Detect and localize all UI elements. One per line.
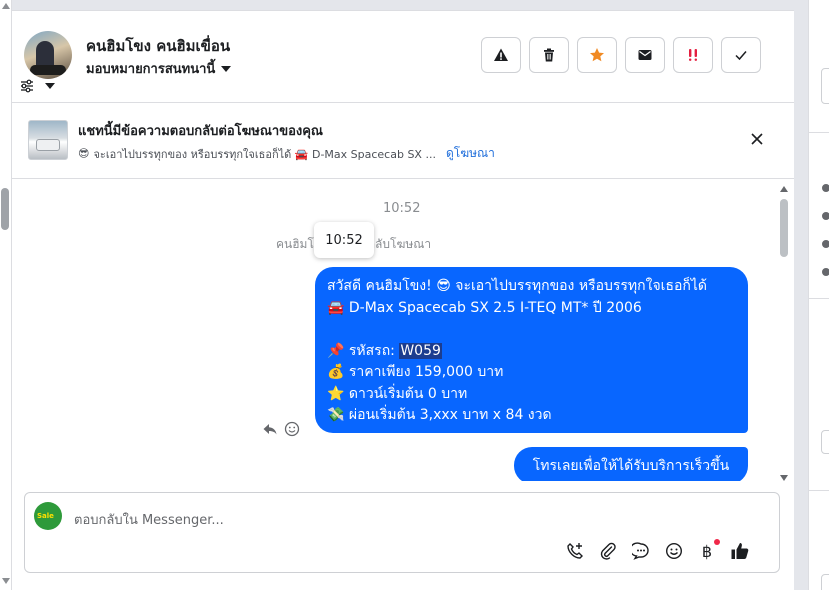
time-tooltip: 10:52: [314, 222, 374, 258]
scroll-thumb[interactable]: [1, 188, 9, 230]
message-thread[interactable]: 10:52 คนฮิมโ ขื่อน ตอบกลับโฆษณา 10:52 สว…: [12, 179, 794, 481]
attach-button[interactable]: [598, 541, 618, 561]
react-emoji-icon[interactable]: [284, 421, 300, 437]
filter-settings-icon[interactable]: [20, 79, 34, 93]
contact-name[interactable]: คนฮิมโขง คนฮิมเขื่อน: [86, 34, 230, 58]
conversation-panel: คนฮิมโขง คนฮิมเขื่อน มอบหมายการสนทนานี้: [12, 10, 794, 590]
payment-button[interactable]: ฿: [697, 539, 720, 561]
chat-scrollbar[interactable]: [776, 179, 792, 481]
composer-input[interactable]: ตอบกลับใน Messenger...: [74, 509, 224, 530]
message-hover-tools: [262, 421, 300, 437]
saved-reply-button[interactable]: [631, 541, 651, 561]
envelope-icon: [638, 50, 652, 60]
notification-dot: [714, 539, 720, 545]
outgoing-message-bubble[interactable]: สวัสดี คนฮิมโขง! 😎 จะเอาไปบรรทุกของ หรือ…: [315, 267, 748, 433]
emoji-button[interactable]: [664, 541, 684, 561]
message-line: ⭐ ดาวน์เริ่มต้น 0 บาท: [327, 385, 468, 402]
call-request-button[interactable]: [565, 541, 585, 561]
message-line: 💰 ราคาเพียง 159,000 บาท: [327, 364, 504, 380]
delete-button[interactable]: [529, 37, 569, 73]
ad-reply-banner: แชทนี้มีข้อความตอบกลับต่อโฆษณาของคุณ 😎 จ…: [12, 103, 794, 179]
message-line: 🚘 D-Max Spacecab SX 2.5 I-TEQ MT* ปี 200…: [327, 299, 642, 316]
warning-icon: [494, 48, 508, 61]
report-spam-button[interactable]: [481, 37, 521, 73]
panel-gap: [794, 0, 808, 590]
scroll-down-arrow[interactable]: [2, 578, 10, 584]
call-request-icon: [567, 543, 583, 559]
left-scrollbar[interactable]: [0, 0, 12, 590]
call-cta-bubble[interactable]: โทรเลยเพื่อให้ได้รับบริการเร็วขึ้น: [514, 447, 748, 481]
payment-baht-icon: ฿: [701, 541, 713, 561]
saved-reply-icon: [632, 542, 649, 560]
double-exclamation-icon: [689, 49, 697, 61]
attachment-icon: [600, 542, 616, 560]
assign-label: มอบหมายการสนทนานี้: [86, 62, 216, 77]
message-line: [327, 319, 736, 341]
ad-banner-subtitle: 😎 จะเอาไปบรรทุกของ หรือบรรทุกใจเธอก็ได้ …: [78, 144, 495, 163]
message-line: สวัสดี คนฮิมโขง! 😎 จะเอาไปบรรทุกของ หรือ…: [327, 278, 708, 294]
car-code-highlight: W059: [399, 342, 442, 359]
reply-icon[interactable]: [262, 421, 278, 437]
header-actions: [481, 37, 761, 73]
scroll-up-arrow[interactable]: [2, 3, 10, 9]
message-timestamp: 10:52: [383, 201, 421, 216]
mark-done-button[interactable]: [721, 37, 761, 73]
contact-avatar[interactable]: [24, 31, 72, 79]
follow-up-button[interactable]: [673, 37, 713, 73]
trash-icon: [544, 48, 554, 62]
composer-toolbar: ฿: [565, 539, 750, 561]
conversation-header: คนฮิมโขง คนฮิมเขื่อน มอบหมายการสนทนานี้: [12, 11, 794, 103]
assign-conversation-dropdown[interactable]: มอบหมายการสนทนานี้: [86, 58, 232, 79]
ad-banner-text: จะเอาไปบรรทุกของ หรือบรรทุกใจเธอก็ได้ 🚘 …: [93, 147, 436, 161]
close-icon[interactable]: [749, 131, 765, 147]
scroll-down-arrow[interactable]: [780, 475, 788, 481]
page-avatar-text: Sale: [37, 512, 54, 520]
sunglasses-emoji-icon: 😎: [78, 147, 90, 160]
star-icon: [590, 48, 604, 62]
car-code-label: 📌 รหัสรถ:: [327, 342, 400, 359]
avatar-dropdown-icon[interactable]: [45, 83, 55, 89]
star-button[interactable]: [577, 37, 617, 73]
message-line: 💸 ผ่อนเริ่มต้น 3,xxx บาท x 84 งวด: [327, 407, 552, 423]
scroll-thumb[interactable]: [780, 199, 788, 257]
emoji-icon: [665, 542, 683, 560]
ad-thumbnail[interactable]: [28, 120, 68, 160]
send-like-button[interactable]: [730, 541, 750, 561]
message-line: 📌 รหัสรถ: W059: [327, 341, 736, 363]
contact-details-panel: [808, 0, 829, 590]
mark-unread-button[interactable]: [625, 37, 665, 73]
scroll-up-arrow[interactable]: [780, 186, 788, 192]
check-icon: [735, 51, 747, 61]
page-avatar: Sale: [34, 502, 62, 530]
view-ad-link[interactable]: ดูโฆษณา: [446, 144, 495, 163]
ad-banner-title: แชทนี้มีข้อความตอบกลับต่อโฆษณาของคุณ: [78, 124, 323, 139]
thumbs-up-icon: [731, 543, 749, 559]
chevron-down-icon: [221, 66, 232, 72]
message-composer[interactable]: Sale ตอบกลับใน Messenger... ฿: [24, 492, 780, 573]
